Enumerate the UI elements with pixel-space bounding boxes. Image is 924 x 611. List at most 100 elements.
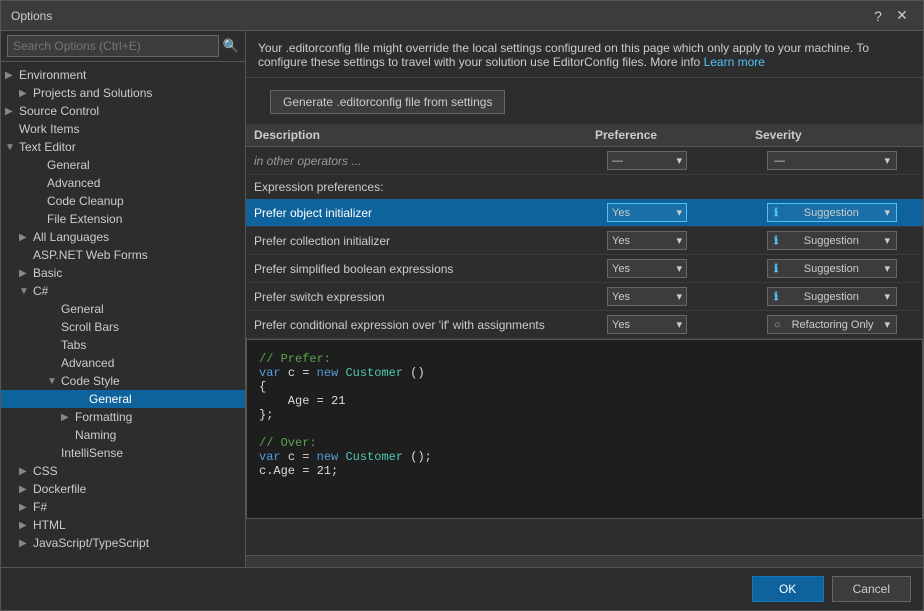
row-severity-cell: ℹ Suggestion ▾ <box>763 201 923 224</box>
row-severity-cell: ℹ Suggestion ▾ <box>763 285 923 308</box>
sidebar-item-label: Tabs <box>61 338 86 352</box>
code-preview: // Prefer: var c = new Customer () { Age… <box>246 339 923 519</box>
sidebar-item-label: Advanced <box>47 176 100 190</box>
sidebar-item-label: HTML <box>33 518 66 532</box>
table-row[interactable]: Prefer conditional expression over 'if' … <box>246 311 923 339</box>
row-description: in other operators ... <box>246 151 603 171</box>
sidebar-item-label: Dockerfile <box>33 482 86 496</box>
sidebar-item-tabs[interactable]: Tabs <box>1 336 245 354</box>
code-line: var c = new Customer (); <box>259 450 910 464</box>
preference-dropdown[interactable]: Yes▾ <box>607 231 687 250</box>
sidebar-item-dockerfile[interactable]: ▶ Dockerfile <box>1 480 245 498</box>
severity-dropdown[interactable]: ℹ Suggestion ▾ <box>767 231 897 250</box>
dialog-title: Options <box>11 9 52 23</box>
table-row[interactable]: Prefer object initializer Yes▾ ℹ Suggest… <box>246 199 923 227</box>
sidebar-item-scroll-bars[interactable]: Scroll Bars <box>1 318 245 336</box>
sidebar-item-general[interactable]: General <box>1 156 245 174</box>
info-icon: ℹ <box>774 290 778 303</box>
severity-dropdown[interactable]: ○ Refactoring Only ▾ <box>767 315 897 334</box>
table-body: in other operators ... —▾ —▾ <box>246 147 923 555</box>
sidebar-item-advanced[interactable]: Advanced <box>1 174 245 192</box>
arrow-icon: ▶ <box>19 538 33 549</box>
table-area: Description Preference Severity in other… <box>246 124 923 567</box>
sidebar-item-html[interactable]: ▶ HTML <box>1 516 245 534</box>
code-line: var c = new Customer () <box>259 366 910 380</box>
ok-button[interactable]: OK <box>752 576 824 602</box>
preference-dropdown[interactable]: —▾ <box>607 151 687 170</box>
sidebar-item-intellisense[interactable]: IntelliSense <box>1 444 245 462</box>
sidebar-item-code-cleanup[interactable]: Code Cleanup <box>1 192 245 210</box>
sidebar-item-label: Text Editor <box>19 140 76 154</box>
arrow-icon: ▶ <box>19 232 33 243</box>
preference-dropdown[interactable]: Yes▾ <box>607 259 687 278</box>
row-description: Prefer object initializer <box>246 203 603 223</box>
sidebar-item-environment[interactable]: ▶ Environment <box>1 66 245 84</box>
arrow-icon <box>33 160 47 171</box>
row-preference-cell: Yes▾ <box>603 201 763 224</box>
arrow-icon <box>47 304 61 315</box>
sidebar-item-label: ASP.NET Web Forms <box>33 248 148 262</box>
sidebar-item-label: All Languages <box>33 230 109 244</box>
info-icon: ℹ <box>774 262 778 275</box>
arrow-icon: ▶ <box>19 502 33 513</box>
sidebar-item-work-items[interactable]: Work Items <box>1 120 245 138</box>
arrow-icon: ▼ <box>47 376 61 387</box>
sidebar-item-basic[interactable]: ▶ Basic <box>1 264 245 282</box>
sidebar-item-label: Basic <box>33 266 62 280</box>
table-row[interactable]: Prefer collection initializer Yes▾ ℹ Sug… <box>246 227 923 255</box>
preference-dropdown[interactable]: Yes▾ <box>607 203 687 222</box>
sidebar-item-cs-general[interactable]: General <box>1 390 245 408</box>
arrow-icon: ▶ <box>5 70 19 81</box>
sidebar-item-code-style[interactable]: ▼ Code Style <box>1 372 245 390</box>
severity-dropdown[interactable]: —▾ <box>767 151 897 170</box>
sidebar-item-fsharp[interactable]: ▶ F# <box>1 498 245 516</box>
sidebar-item-css[interactable]: ▶ CSS <box>1 462 245 480</box>
sidebar-item-projects-solutions[interactable]: ▶ Projects and Solutions <box>1 84 245 102</box>
sidebar-item-csharp[interactable]: ▼ C# <box>1 282 245 300</box>
preference-dropdown[interactable]: Yes▾ <box>607 315 687 334</box>
severity-dropdown[interactable]: ℹ Suggestion ▾ <box>767 259 897 278</box>
sidebar-item-advanced2[interactable]: Advanced <box>1 354 245 372</box>
sidebar-item-asp-web[interactable]: ASP.NET Web Forms <box>1 246 245 264</box>
close-button[interactable]: ✕ <box>891 5 913 27</box>
sidebar-item-label: Projects and Solutions <box>33 86 152 100</box>
arrow-icon: ▶ <box>19 268 33 279</box>
table-row[interactable]: Prefer switch expression Yes▾ ℹ Suggesti… <box>246 283 923 311</box>
sidebar-item-label: F# <box>33 500 47 514</box>
sidebar-item-text-editor[interactable]: ▼ Text Editor <box>1 138 245 156</box>
sidebar-item-label: Work Items <box>19 122 79 136</box>
sidebar-item-label: File Extension <box>47 212 122 226</box>
horizontal-scrollbar[interactable] <box>246 555 923 567</box>
sidebar-item-label: JavaScript/TypeScript <box>33 536 149 550</box>
generate-editorconfig-button[interactable]: Generate .editorconfig file from setting… <box>270 90 505 114</box>
severity-dropdown[interactable]: ℹ Suggestion ▾ <box>767 287 897 306</box>
table-row[interactable]: Prefer simplified boolean expressions Ye… <box>246 255 923 283</box>
help-button[interactable]: ? <box>867 5 889 27</box>
arrow-icon: ▼ <box>5 142 19 153</box>
sidebar-item-label: Environment <box>19 68 86 82</box>
sidebar-item-file-extension[interactable]: File Extension <box>1 210 245 228</box>
cancel-button[interactable]: Cancel <box>832 576 911 602</box>
table-row[interactable]: in other operators ... —▾ —▾ <box>246 147 923 175</box>
search-input[interactable] <box>7 35 219 57</box>
code-line: // Over: <box>259 436 910 450</box>
preference-dropdown[interactable]: Yes▾ <box>607 287 687 306</box>
arrow-icon <box>33 214 47 225</box>
sidebar-item-formatting[interactable]: ▶ Formatting <box>1 408 245 426</box>
learn-more-link[interactable]: Learn more <box>704 55 765 69</box>
sidebar-item-csharp-general[interactable]: General <box>1 300 245 318</box>
code-line: { <box>259 380 910 394</box>
severity-dropdown[interactable]: ℹ Suggestion ▾ <box>767 203 897 222</box>
section-header: Expression preferences: <box>246 175 923 199</box>
sidebar-item-javascript[interactable]: ▶ JavaScript/TypeScript <box>1 534 245 552</box>
info-bar: Your .editorconfig file might override t… <box>246 31 923 78</box>
sidebar-item-all-languages[interactable]: ▶ All Languages <box>1 228 245 246</box>
sidebar-item-source-control[interactable]: ▶ Source Control <box>1 102 245 120</box>
sidebar-item-naming[interactable]: Naming <box>1 426 245 444</box>
col-header-severity: Severity <box>755 128 915 142</box>
sidebar-item-label: General <box>47 158 90 172</box>
row-severity-cell: ℹ Suggestion ▾ <box>763 257 923 280</box>
code-line: // Prefer: <box>259 352 910 366</box>
arrow-icon <box>33 178 47 189</box>
sidebar-item-label: IntelliSense <box>61 446 123 460</box>
